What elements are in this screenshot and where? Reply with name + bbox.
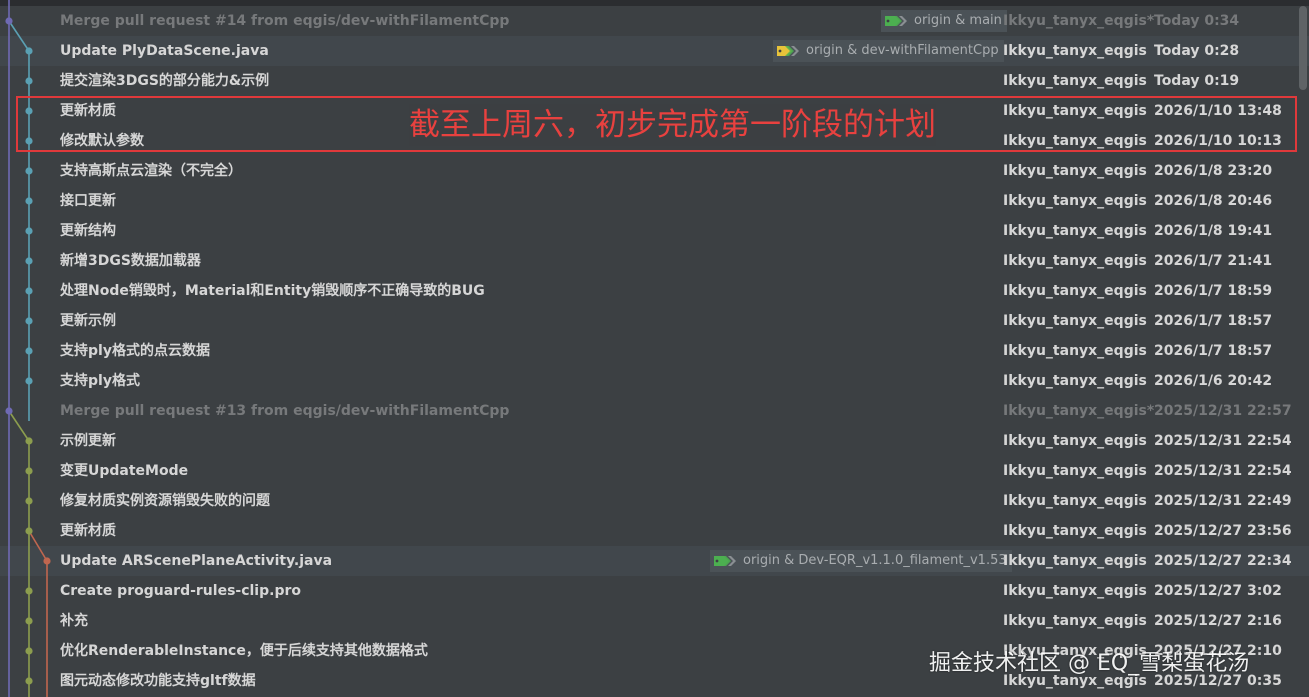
commit-author: Ikkyu_tanyx_eqgis* xyxy=(1003,403,1155,419)
commit-date: 2026/1/7 18:57 xyxy=(1154,313,1273,329)
commit-message: Update ARScenePlaneActivity.java xyxy=(60,553,333,569)
commit-row[interactable]: 新增3DGS数据加载器 Ikkyu_tanyx_eqgis 2026/1/7 21:… xyxy=(0,246,1309,276)
commit-message: Merge pull request #14 from eqgis/dev-wi… xyxy=(60,13,510,29)
branch-ref-label[interactable]: origin & dev-withFilamentCpp xyxy=(773,40,1004,62)
commit-date: 2025/12/27 2:16 xyxy=(1154,613,1282,629)
commit-message: 补充 xyxy=(60,613,88,629)
branch-ref-label[interactable]: origin & main xyxy=(881,10,1007,32)
commit-author: Ikkyu_tanyx_eqgis xyxy=(1003,343,1147,359)
commit-author: Ikkyu_tanyx_eqgis xyxy=(1003,193,1147,209)
commit-message: 变更UpdateMode xyxy=(60,463,189,479)
commit-message: 示例更新 xyxy=(60,433,116,449)
commit-row[interactable]: Create proguard-rules-clip.pro Ikkyu_tany… xyxy=(0,576,1309,606)
commit-date: 2025/12/27 3:02 xyxy=(1154,583,1282,599)
commit-message: 新增3DGS数据加载器 xyxy=(60,253,201,269)
commit-author: Ikkyu_tanyx_eqgis xyxy=(1003,163,1147,179)
commit-message: 修改默认参数 xyxy=(60,133,144,149)
commit-author: Ikkyu_tanyx_eqgis xyxy=(1003,463,1147,479)
commit-author: Ikkyu_tanyx_eqgis xyxy=(1003,223,1147,239)
commit-date: Today 0:19 xyxy=(1154,73,1240,89)
commit-date: 2025/12/31 22:54 xyxy=(1154,433,1292,449)
commit-date: 2026/1/10 13:48 xyxy=(1154,103,1282,119)
commit-row[interactable]: Merge pull request #14 from eqgis/dev-wi… xyxy=(0,6,1309,36)
tag-icon xyxy=(713,554,739,568)
commit-row[interactable]: Merge pull request #13 from eqgis/dev-wi… xyxy=(0,396,1309,426)
commit-row[interactable]: 更新材质 Ikkyu_tanyx_eqgis 2025/12/27 23:56 xyxy=(0,516,1309,546)
commit-row[interactable]: 接口更新 Ikkyu_tanyx_eqgis 2026/1/8 20:46 xyxy=(0,186,1309,216)
commit-message: 处理Node销毁时，Material和Entity销毁顺序不正确导致的BUG xyxy=(60,283,485,299)
commit-author: Ikkyu_tanyx_eqgis xyxy=(1003,583,1147,599)
commit-message: 修复材质实例资源销毁失败的问题 xyxy=(60,493,270,509)
commit-row[interactable]: Update PlyDataScene.java origin & dev-wit… xyxy=(0,36,1309,66)
commit-row[interactable]: 变更UpdateMode Ikkyu_tanyx_eqgis 2025/12/31 … xyxy=(0,456,1309,486)
annotation-text: 截至上周六，初步完成第一阶段的计划 xyxy=(409,104,936,146)
commit-author: Ikkyu_tanyx_eqgis xyxy=(1003,553,1147,569)
commit-message: 优化RenderableInstance，便于后续支持其他数据格式 xyxy=(60,643,428,659)
commit-message: 支持高斯点云渲染（不完全） xyxy=(60,163,242,179)
commit-row[interactable]: 更新示例 Ikkyu_tanyx_eqgis 2026/1/7 18:57 xyxy=(0,306,1309,336)
commit-message: 更新示例 xyxy=(60,313,116,329)
commit-author: Ikkyu_tanyx_eqgis xyxy=(1003,613,1147,629)
commit-date: 2026/1/7 18:59 xyxy=(1154,283,1273,299)
commit-date: 2026/1/7 18:57 xyxy=(1154,343,1273,359)
ref-text: origin & dev-withFilamentCpp xyxy=(806,43,999,58)
commit-author: Ikkyu_tanyx_eqgis xyxy=(1003,253,1147,269)
commit-author: Ikkyu_tanyx_eqgis xyxy=(1003,433,1147,449)
commit-row[interactable]: 支持ply格式 Ikkyu_tanyx_eqgis 2026/1/6 20:42 xyxy=(0,366,1309,396)
ref-text: origin & main xyxy=(914,13,1002,28)
commit-author: Ikkyu_tanyx_eqgis xyxy=(1003,283,1147,299)
ref-text: origin & Dev-EQR_v1.1.0_filament_v1.53 xyxy=(743,553,1007,568)
commit-date: 2025/12/31 22:49 xyxy=(1154,493,1292,509)
commit-author: Ikkyu_tanyx_eqgis xyxy=(1003,373,1147,389)
commit-author: Ikkyu_tanyx_eqgis xyxy=(1003,103,1147,119)
commit-author: Ikkyu_tanyx_eqgis xyxy=(1003,313,1147,329)
commit-date: 2026/1/8 23:20 xyxy=(1154,163,1273,179)
commit-row[interactable]: 示例更新 Ikkyu_tanyx_eqgis 2025/12/31 22:54 xyxy=(0,426,1309,456)
commit-row[interactable]: 补充 Ikkyu_tanyx_eqgis 2025/12/27 2:16 xyxy=(0,606,1309,636)
commit-author: Ikkyu_tanyx_eqgis xyxy=(1003,523,1147,539)
commit-author: Ikkyu_tanyx_eqgis* xyxy=(1003,13,1155,29)
commit-date: 2026/1/8 20:46 xyxy=(1154,193,1273,209)
commit-row[interactable]: Update ARScenePlaneActivity.java origin &… xyxy=(0,546,1309,576)
commit-message: Merge pull request #13 from eqgis/dev-wi… xyxy=(60,403,510,419)
commit-date: 2025/12/31 22:54 xyxy=(1154,463,1292,479)
commit-date: 2025/12/27 22:34 xyxy=(1154,553,1292,569)
commit-date: Today 0:28 xyxy=(1154,43,1240,59)
commit-author: Ikkyu_tanyx_eqgis xyxy=(1003,493,1147,509)
commit-message: 更新材质 xyxy=(60,103,116,119)
commit-message: 支持ply格式的点云数据 xyxy=(60,343,210,359)
tag-icon xyxy=(776,44,802,58)
commit-author: Ikkyu_tanyx_eqgis xyxy=(1003,133,1147,149)
commit-message: 接口更新 xyxy=(60,193,116,209)
commit-message: 提交渲染3DGS的部分能力&示例 xyxy=(60,73,270,89)
branch-ref-label[interactable]: origin & Dev-EQR_v1.1.0_filament_v1.53 xyxy=(710,550,1012,572)
watermark: 掘金技术社区 @ EQ_雪梨蛋花汤 xyxy=(929,651,1250,676)
commit-message: 更新材质 xyxy=(60,523,116,539)
commit-row[interactable]: 处理Node销毁时，Material和Entity销毁顺序不正确导致的BUG Ik… xyxy=(0,276,1309,306)
commit-message: 图元动态修改功能支持gltf数据 xyxy=(60,673,256,689)
commit-author: Ikkyu_tanyx_eqgis xyxy=(1003,43,1147,59)
commit-date: 2026/1/6 20:42 xyxy=(1154,373,1273,389)
commit-message: Create proguard-rules-clip.pro xyxy=(60,583,301,599)
commit-row[interactable]: 更新结构 Ikkyu_tanyx_eqgis 2026/1/8 19:41 xyxy=(0,216,1309,246)
commit-row[interactable]: 支持ply格式的点云数据 Ikkyu_tanyx_eqgis 2026/1/7 18… xyxy=(0,336,1309,366)
commit-message: 更新结构 xyxy=(60,223,116,239)
commit-date: 2025/12/31 22:57 xyxy=(1154,403,1292,419)
commit-message: 支持ply格式 xyxy=(60,373,140,389)
commit-date: 2026/1/8 19:41 xyxy=(1154,223,1273,239)
commit-row[interactable]: 修复材质实例资源销毁失败的问题 Ikkyu_tanyx_eqgis 2025/12/… xyxy=(0,486,1309,516)
commit-author: Ikkyu_tanyx_eqgis xyxy=(1003,73,1147,89)
commit-row[interactable]: 提交渲染3DGS的部分能力&示例 Ikkyu_tanyx_eqgis Today 0… xyxy=(0,66,1309,96)
commit-row[interactable]: 支持高斯点云渲染（不完全） Ikkyu_tanyx_eqgis 2026/1/8 2… xyxy=(0,156,1309,186)
commit-date: 2026/1/10 10:13 xyxy=(1154,133,1282,149)
commit-message: Update PlyDataScene.java xyxy=(60,43,269,59)
commit-date: Today 0:34 xyxy=(1154,13,1240,29)
commit-date: 2025/12/27 23:56 xyxy=(1154,523,1292,539)
commit-date: 2026/1/7 21:41 xyxy=(1154,253,1273,269)
tag-icon xyxy=(884,14,910,28)
vertical-scrollbar[interactable] xyxy=(1299,6,1307,90)
